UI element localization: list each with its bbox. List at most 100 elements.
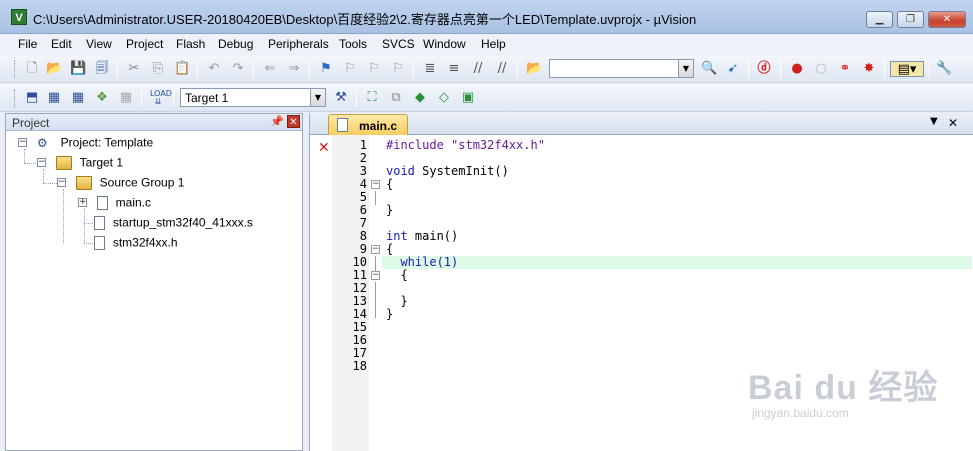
tree-file-main-c[interactable]: + main.c (78, 195, 151, 213)
incremental-find-icon[interactable]: ➹ (725, 61, 741, 77)
find-combo[interactable]: ▼ (549, 59, 694, 78)
file-label: main.c (115, 195, 151, 210)
pack-installer-icon[interactable]: ▣ (460, 90, 476, 106)
stop-build-icon[interactable]: ▦ (118, 90, 134, 106)
menu-project[interactable]: Project (126, 37, 163, 51)
expand-icon[interactable]: + (78, 198, 87, 207)
select-software-packs-icon[interactable]: ◇ (436, 90, 452, 106)
redo-icon[interactable]: ↷ (230, 61, 246, 77)
copy-icon[interactable]: ⎘ (150, 61, 166, 77)
debug-session-icon[interactable]: ⓓ (756, 61, 772, 77)
batch-build-icon[interactable]: ❖ (94, 90, 110, 106)
current-line-highlight (382, 256, 972, 269)
code-line-1: #include "stm32f4xx.h" (386, 138, 545, 152)
configure-icon[interactable]: 🔧 (936, 61, 952, 77)
kill-all-breakpoints-icon[interactable]: ✸ (861, 61, 877, 77)
unindent-icon[interactable]: ≡ (446, 61, 462, 77)
tree-source-group[interactable]: − Source Group 1 (57, 175, 184, 193)
disable-all-breakpoints-icon[interactable]: ⚭ (837, 61, 853, 77)
tab-main-c[interactable]: main.c (328, 114, 408, 135)
paste-icon[interactable]: 📋 (174, 61, 190, 77)
save-all-icon[interactable]: 🗐 (94, 61, 110, 77)
code-line-3: void SystemInit() (386, 164, 509, 178)
manage-multi-project-icon[interactable]: ⧉ (388, 90, 404, 106)
chevron-down-icon[interactable]: ▼ (310, 89, 325, 106)
undo-icon[interactable]: ↶ (206, 61, 222, 77)
tab-list-chevron-icon[interactable]: ▼ (930, 116, 938, 127)
target-label: Target 1 (79, 155, 124, 170)
fold-collapse-icon[interactable]: − (371, 271, 380, 280)
collapse-icon[interactable]: − (18, 138, 27, 147)
pin-icon[interactable]: 📌 (270, 115, 284, 128)
target-select-value: Target 1 (185, 91, 229, 105)
close-window-button[interactable]: ✕ (928, 11, 966, 28)
fold-collapse-icon[interactable]: − (371, 180, 380, 189)
tree-target[interactable]: − Target 1 (37, 155, 123, 173)
menu-tools[interactable]: Tools (339, 37, 367, 51)
maximize-button[interactable]: ❐ (897, 11, 924, 28)
build-icon[interactable]: ▦ (46, 90, 62, 106)
menu-peripherals[interactable]: Peripherals (268, 37, 329, 51)
watermark-brand: Bai du 经验 (748, 369, 939, 407)
translate-icon[interactable]: ⬒ (24, 90, 40, 106)
comment-icon[interactable]: // (470, 61, 486, 77)
new-file-icon[interactable]: 🗋 (24, 61, 40, 77)
toolbar-grip[interactable] (14, 60, 17, 78)
fold-collapse-icon[interactable]: − (371, 245, 380, 254)
manage-project-items-icon[interactable]: ⛶ (364, 90, 380, 106)
collapse-icon[interactable]: − (37, 158, 46, 167)
tree-project-root[interactable]: − ⚙ Project: Template (18, 135, 153, 153)
close-tab-icon[interactable]: ✕ (948, 116, 958, 130)
find-in-files-icon[interactable]: 📂 (526, 61, 542, 77)
menu-svcs[interactable]: SVCS (382, 37, 415, 51)
asm-file-icon (94, 215, 105, 230)
target-select[interactable]: Target 1 ▼ (180, 88, 326, 107)
find-icon[interactable]: 🔍 (701, 61, 717, 77)
header-file-icon (94, 235, 105, 250)
open-folder-icon[interactable]: 📂 (46, 61, 62, 77)
load-download-icon[interactable]: LOAD ⇊ (150, 90, 172, 106)
bookmark-icon[interactable]: ⚑ (318, 61, 334, 77)
menu-debug[interactable]: Debug (218, 37, 253, 51)
cut-icon[interactable]: ✂ (126, 61, 142, 77)
close-panel-icon[interactable]: ✕ (287, 115, 300, 128)
menu-window[interactable]: Window (423, 37, 466, 51)
navigate-forward-icon[interactable]: ⇒ (286, 61, 302, 77)
minimize-button[interactable]: ▁ (866, 11, 893, 28)
collapse-icon[interactable]: − (57, 178, 66, 187)
code-line-8: int main() (386, 229, 459, 243)
indent-icon[interactable]: ≣ (422, 61, 438, 77)
c-file-icon (96, 195, 108, 210)
menu-file[interactable]: File (18, 37, 37, 51)
target-options-icon[interactable]: ⚒ (333, 90, 349, 106)
file-label: stm32f4xx.h (112, 235, 178, 250)
clear-bookmarks-icon[interactable]: ⚐ (390, 61, 406, 77)
navigate-back-icon[interactable]: ⇐ (262, 61, 278, 77)
menu-help[interactable]: Help (481, 37, 506, 51)
project-root-label: Project: Template (60, 135, 154, 150)
menu-edit[interactable]: Edit (51, 37, 72, 51)
source-group-label: Source Group 1 (99, 175, 185, 190)
project-icon: ⚙ (36, 135, 48, 150)
tree-file-startup[interactable]: startup_stm32f40_41xxx.s (94, 215, 253, 233)
code-line-4: { (386, 177, 394, 191)
chevron-down-icon[interactable]: ▼ (678, 60, 693, 77)
uncomment-icon[interactable]: // (494, 61, 510, 77)
fold-margin: − − − (369, 135, 382, 451)
tab-label: main.c (359, 119, 398, 133)
tree-file-header[interactable]: stm32f4xx.h (94, 235, 178, 253)
menu-flash[interactable]: Flash (176, 37, 205, 51)
enable-breakpoint-icon[interactable]: ○ (813, 61, 829, 77)
window-title: C:\Users\Administrator.USER-20180420EB\D… (33, 12, 697, 27)
manage-run-time-env-icon[interactable]: ◆ (412, 90, 428, 106)
next-bookmark-icon[interactable]: ⚐ (366, 61, 382, 77)
file-toolbar: 🗋 📂 💾 🗐 ✂ ⎘ 📋 ↶ ↷ ⇐ ⇒ ⚑ ⚐ ⚐ ⚐ ≣ ≡ // // … (0, 55, 973, 83)
window-layout-icon[interactable]: ▤▾ (890, 61, 924, 77)
code-line-14: } (386, 307, 394, 321)
insert-breakpoint-icon[interactable]: ● (789, 61, 805, 77)
rebuild-icon[interactable]: ▦ (70, 90, 86, 106)
prev-bookmark-icon[interactable]: ⚐ (342, 61, 358, 77)
menu-view[interactable]: View (86, 37, 112, 51)
toolbar-grip[interactable] (14, 89, 17, 107)
save-icon[interactable]: 💾 (70, 61, 86, 77)
